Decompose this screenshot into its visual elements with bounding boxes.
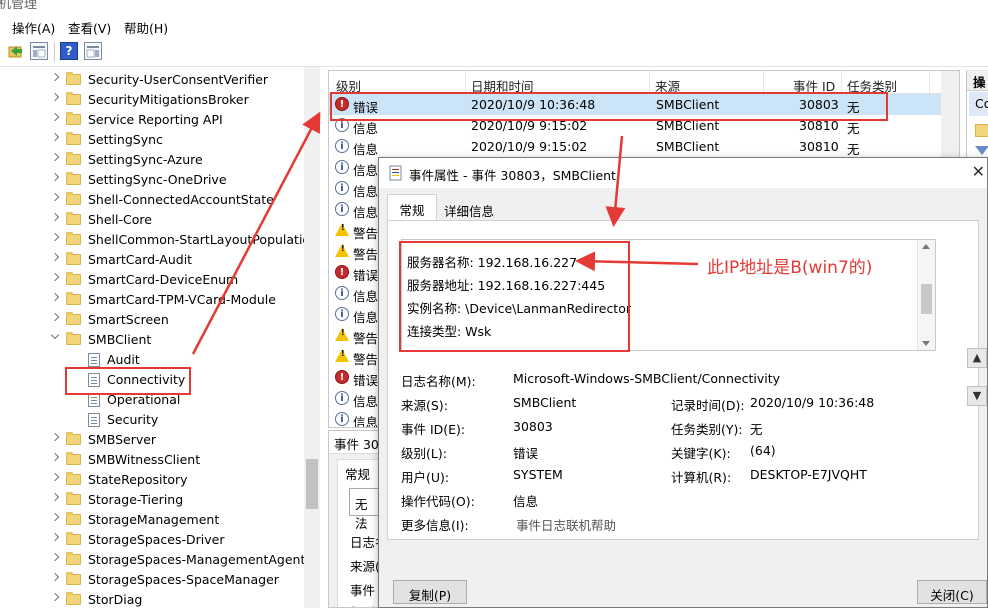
annotation-text: 此IP地址是B(win7的) [707, 258, 873, 278]
annotation-arrows [191, 111, 699, 355]
